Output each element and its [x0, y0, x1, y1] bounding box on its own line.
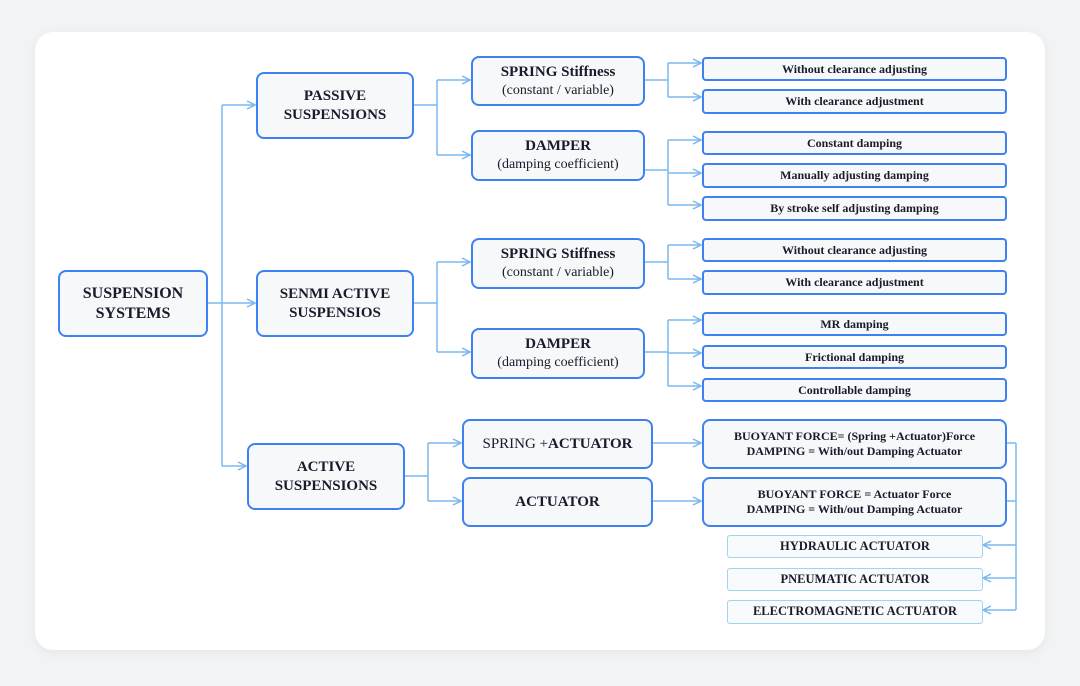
connector-root: [207, 105, 223, 466]
leaf-label: Without clearance adjusting: [781, 242, 928, 257]
leaf-label: With clearance adjustment: [785, 94, 924, 108]
leaf-node: Controllable damping: [702, 378, 1007, 402]
connector-semi: [413, 262, 438, 352]
active-label: ACTIVE SUSPENSIONS: [274, 458, 378, 494]
leaf-label: By stroke self adjusting damping: [770, 201, 939, 215]
leaf-node: Without clearance adjusting: [702, 57, 1007, 81]
semi-damper-node: DAMPER (damping coefficient): [471, 328, 645, 379]
type-label: HYDRAULIC ACTUATOR: [780, 538, 930, 553]
leaf-node: With clearance adjustment: [702, 89, 1007, 114]
node-title: DAMPER: [525, 138, 591, 155]
actuator-type-node: HYDRAULIC ACTUATOR: [727, 535, 983, 558]
root-node: SUSPENSION SYSTEMS: [58, 270, 208, 337]
result-line: BUOYANT FORCE= (Spring +Actuator)Force: [733, 429, 976, 443]
leaf-label: Constant damping: [806, 135, 903, 150]
passive-label: PASSIVE SUSPENSIONS: [283, 87, 387, 123]
node-title: SPRING Stiffness: [500, 246, 616, 263]
actuator-type-node: PNEUMATIC ACTUATOR: [727, 568, 983, 591]
passive-damper-node: DAMPER (damping coefficient): [471, 130, 645, 181]
type-label: PNEUMATIC ACTUATOR: [780, 571, 930, 586]
leaf-label: MR damping: [820, 316, 889, 331]
node-title: ACTUATOR: [548, 435, 633, 452]
leaf-node: With clearance adjustment: [702, 270, 1007, 295]
leaf-node: MR damping: [702, 312, 1007, 336]
spring-actuator-result: BUOYANT FORCE= (Spring +Actuator)Force DA…: [702, 419, 1007, 469]
node-subtitle: (constant / variable): [502, 82, 614, 98]
leaf-label: Controllable damping: [798, 382, 911, 397]
semi-spring-node: SPRING Stiffness (constant / variable): [471, 238, 645, 289]
result-line: DAMPING = With/out Damping Actuator: [746, 444, 963, 458]
leaf-node: By stroke self adjusting damping: [702, 196, 1007, 221]
connector-active: [405, 443, 429, 501]
node-title: ACTUATOR: [515, 493, 600, 510]
semi-active-node: SENMI ACTIVE SUSPENSIOS: [256, 270, 414, 337]
leaf-label: Manually adjusting damping: [780, 168, 929, 182]
passive-node: PASSIVE SUSPENSIONS: [256, 72, 414, 139]
connector-passive: [413, 80, 438, 155]
leaf-label: Without clearance adjusting: [781, 61, 928, 76]
passive-spring-node: SPRING Stiffness (constant / variable): [471, 56, 645, 106]
leaf-label: Frictional damping: [804, 349, 904, 364]
node-subtitle: (damping coefficient): [497, 157, 619, 173]
node-title: DAMPER: [525, 336, 591, 353]
node-title: SPRING Stiffness: [500, 63, 616, 80]
type-label: ELECTROMAGNETIC ACTUATOR: [752, 604, 958, 619]
result-line: BUOYANT FORCE = Actuator Force: [757, 487, 952, 501]
semi-label: SENMI ACTIVE SUSPENSIOS: [279, 285, 391, 321]
root-label: SUSPENSION SYSTEMS: [82, 284, 184, 322]
leaf-node: Without clearance adjusting: [702, 238, 1007, 262]
leaf-node: Manually adjusting damping: [702, 163, 1007, 188]
leaf-label: With clearance adjustment: [785, 275, 924, 289]
node-subtitle: (damping coefficient): [497, 355, 619, 371]
node-subtitle: (constant / variable): [502, 265, 614, 281]
spring-actuator-node: SPRING + ACTUATOR: [462, 419, 653, 469]
active-node: ACTIVE SUSPENSIONS: [247, 443, 405, 510]
actuator-type-node: ELECTROMAGNETIC ACTUATOR: [727, 600, 983, 624]
leaf-node: Constant damping: [702, 131, 1007, 155]
node-prefix: SPRING +: [482, 435, 549, 452]
result-line: DAMPING = With/out Damping Actuator: [746, 502, 963, 516]
leaf-node: Frictional damping: [702, 345, 1007, 369]
actuator-result: BUOYANT FORCE = Actuator Force DAMPING = …: [702, 477, 1007, 527]
actuator-node: ACTUATOR: [462, 477, 653, 527]
